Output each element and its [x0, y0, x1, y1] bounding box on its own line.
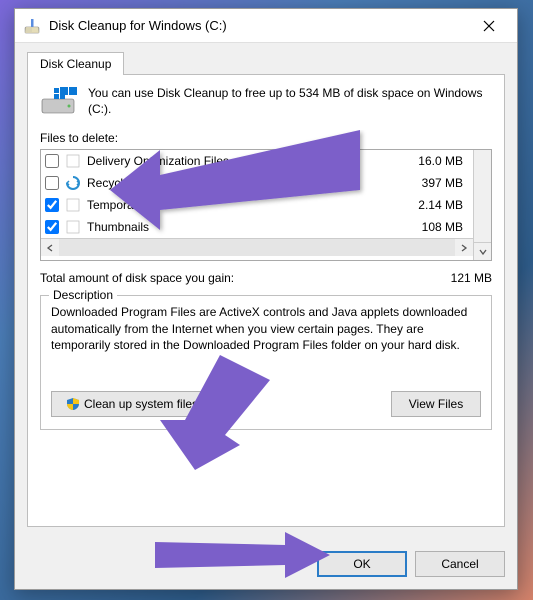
drive-icon	[40, 85, 78, 117]
vertical-scrollbar[interactable]	[473, 150, 491, 260]
file-row[interactable]: Recycle Bin 397 MB	[41, 172, 473, 194]
file-icon	[65, 219, 81, 235]
file-name: Delivery Optimization Files	[87, 154, 418, 168]
content-area: Disk Cleanup You	[15, 43, 517, 539]
file-checkbox[interactable]	[45, 198, 59, 212]
ok-button[interactable]: OK	[317, 551, 407, 577]
total-row: Total amount of disk space you gain: 121…	[40, 271, 492, 285]
file-name: Temporary files	[87, 198, 418, 212]
file-row[interactable]: Thumbnails 108 MB	[41, 216, 473, 238]
dialog-window: Disk Cleanup for Windows (C:) Disk Clean…	[14, 8, 518, 590]
titlebar: Disk Cleanup for Windows (C:)	[15, 9, 517, 43]
intro-text: You can use Disk Cleanup to free up to 5…	[88, 85, 492, 117]
recycle-bin-icon	[65, 175, 81, 191]
file-size: 2.14 MB	[418, 198, 469, 212]
scroll-down-icon[interactable]	[474, 242, 491, 260]
file-row[interactable]: Temporary files 2.14 MB	[41, 194, 473, 216]
window-title: Disk Cleanup for Windows (C:)	[49, 18, 467, 33]
close-button[interactable]	[467, 12, 511, 40]
file-name: Recycle Bin	[87, 176, 422, 190]
tab-disk-cleanup[interactable]: Disk Cleanup	[27, 52, 124, 75]
file-size: 397 MB	[422, 176, 469, 190]
tab-header: Disk Cleanup	[27, 51, 505, 74]
file-checkbox[interactable]	[45, 154, 59, 168]
horizontal-scrollbar[interactable]	[41, 238, 473, 256]
description-fieldset: Description Downloaded Program Files are…	[40, 295, 492, 430]
intro-block: You can use Disk Cleanup to free up to 5…	[40, 85, 492, 117]
file-list: Delivery Optimization Files 16.0 MB	[40, 149, 492, 261]
description-text: Downloaded Program Files are ActiveX con…	[51, 304, 481, 353]
scroll-left-icon[interactable]	[41, 239, 59, 256]
fieldset-button-row: Clean up system files View Files	[51, 391, 481, 417]
view-files-label: View Files	[409, 397, 463, 411]
file-row[interactable]: Delivery Optimization Files 16.0 MB	[41, 150, 473, 172]
total-label: Total amount of disk space you gain:	[40, 271, 451, 285]
cancel-label: Cancel	[441, 557, 478, 571]
scroll-right-icon[interactable]	[455, 239, 473, 256]
file-checkbox[interactable]	[45, 176, 59, 190]
cancel-button[interactable]: Cancel	[415, 551, 505, 577]
scroll-track[interactable]	[59, 239, 455, 256]
cleanup-system-files-button[interactable]: Clean up system files	[51, 391, 213, 417]
file-size: 108 MB	[422, 220, 469, 234]
shield-icon	[66, 397, 80, 411]
dialog-button-row: OK Cancel	[15, 539, 517, 589]
ok-label: OK	[353, 557, 370, 571]
cleanup-system-files-label: Clean up system files	[84, 397, 198, 411]
file-checkbox[interactable]	[45, 220, 59, 234]
disk-cleanup-icon	[23, 17, 41, 35]
files-to-delete-label: Files to delete:	[40, 131, 492, 145]
tab-body: You can use Disk Cleanup to free up to 5…	[27, 74, 505, 527]
description-legend: Description	[49, 288, 117, 302]
file-size: 16.0 MB	[418, 154, 469, 168]
close-icon	[483, 20, 495, 32]
file-icon	[65, 197, 81, 213]
total-value: 121 MB	[451, 271, 492, 285]
file-icon	[65, 153, 81, 169]
file-name: Thumbnails	[87, 220, 422, 234]
view-files-button[interactable]: View Files	[391, 391, 481, 417]
